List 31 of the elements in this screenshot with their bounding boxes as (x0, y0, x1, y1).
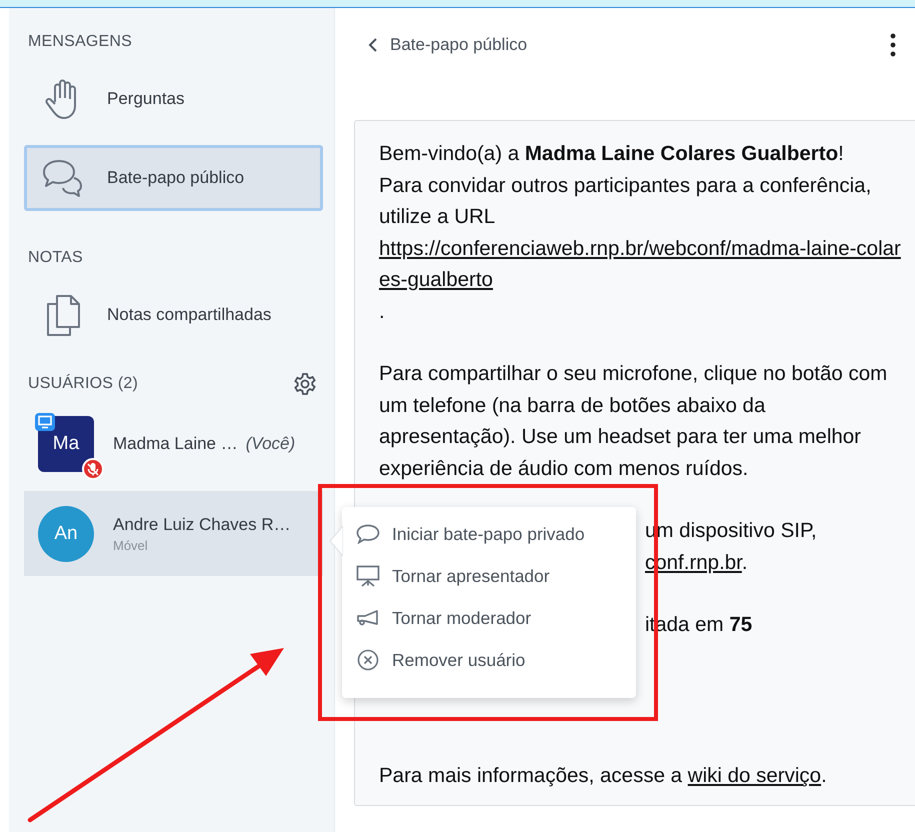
chat-bubbles-icon (41, 158, 85, 198)
section-heading: MENSAGENS (27, 32, 134, 52)
close-circle-icon (356, 649, 380, 671)
megaphone-icon (356, 609, 380, 627)
sidebar-item[interactable]: Perguntas (24, 66, 323, 132)
user-name: Madma Laine … (113, 434, 238, 454)
menu-item[interactable]: Tornar apresentador (356, 563, 636, 589)
message-paragraph: Para mais informações, acesse a wiki do serviço. (379, 760, 904, 791)
user-list-item[interactable]: Ma Madma Laine … (Você) (24, 409, 323, 479)
user-list-item[interactable]: An Andre Luiz Chaves R… Móvel (24, 491, 323, 576)
menu-item[interactable]: Iniciar bate-papo privado (356, 521, 636, 547)
menu-item[interactable]: Tornar moderador (356, 605, 636, 631)
back-button[interactable]: Bate-papo público (368, 34, 528, 54)
link[interactable]: wiki do serviço (688, 760, 822, 791)
settings-icon[interactable] (293, 372, 317, 396)
speech-bubble-icon (356, 524, 380, 544)
link[interactable]: https://conferenciaweb.rnp.br/webconf/madma-laine-colares-gualberto (379, 232, 904, 296)
message-paragraph: Bem-vindo(a) a Madma Laine Colares Gualberto! Para convidar outros participantes para a conferência, utilize a URL https://conferenciaweb.rnp.br/webconf/madma-laine-colares-gualberto . (379, 138, 904, 327)
sidebar-item[interactable]: Notas compartilhadas (24, 282, 323, 348)
presentation-screen-icon (356, 565, 380, 587)
you-label: (Você) (246, 434, 296, 454)
more-options-icon[interactable] (890, 32, 896, 56)
user-avatar: An (38, 506, 94, 562)
section-heading: NOTAS (27, 248, 84, 268)
menu-item[interactable]: Remover usuário (356, 647, 636, 673)
sidebar-item[interactable]: Bate-papo público (24, 145, 323, 211)
section-heading: USUÁRIOS (2) (28, 374, 138, 394)
chevron-left-icon (368, 36, 378, 52)
user-status: Móvel (113, 538, 149, 552)
user-name: Andre Luiz Chaves R… (113, 514, 291, 534)
message-paragraph: Para compartilhar o seu microfone, clique no botão com um telefone (na barra de botões abaixo da apresentação). Use um headset para ter uma melhor experiência de áudio com menos ruídos. (379, 361, 888, 482)
